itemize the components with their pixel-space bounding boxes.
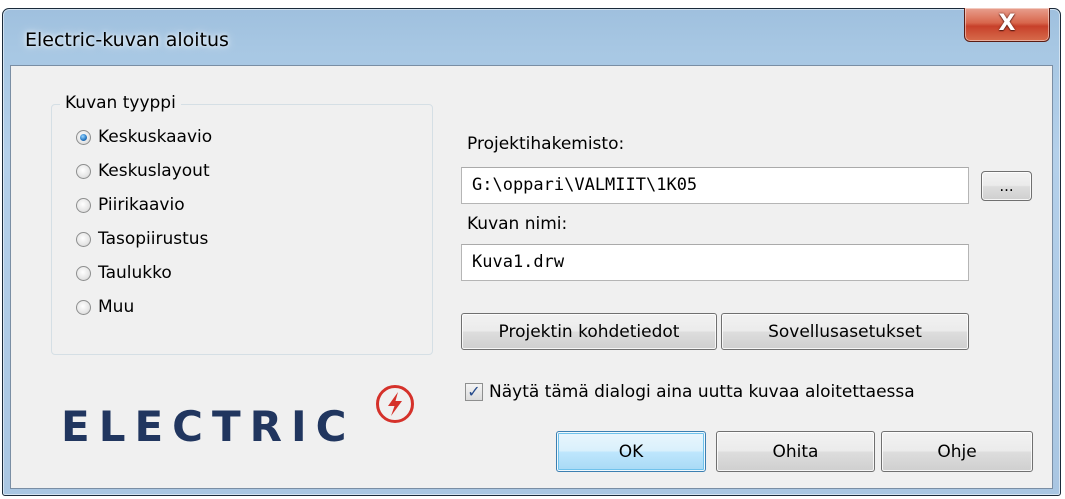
radio-button-icon[interactable]: [76, 299, 91, 315]
show-dialog-label: Näytä tämä dialogi aina uutta kuvaa aloi…: [489, 382, 915, 402]
radio-label: Tasopiirustus: [98, 229, 209, 249]
logo-text: ELECTRIC: [61, 402, 356, 451]
title-bar[interactable]: Electric-kuvan aloitus X: [3, 8, 1060, 65]
radio-keskuskaavio[interactable]: Keskuskaavio: [76, 123, 212, 151]
dialog-client-area: Kuvan tyyppi Keskuskaavio Keskuslayout P…: [10, 65, 1053, 489]
help-button[interactable]: Ohje: [881, 431, 1033, 472]
skip-button[interactable]: Ohita: [716, 431, 875, 472]
show-dialog-checkbox[interactable]: ✓: [465, 383, 483, 401]
radio-piirikaavio[interactable]: Piirikaavio: [76, 191, 185, 219]
window-title: Electric-kuvan aloitus: [25, 29, 229, 51]
close-button[interactable]: X: [964, 8, 1050, 42]
image-type-legend: Kuvan tyyppi: [60, 93, 181, 113]
lightning-bolt-icon: [376, 385, 414, 423]
image-name-label: Kuvan nimi:: [467, 214, 568, 234]
radio-button-icon[interactable]: [76, 265, 91, 281]
radio-label: Piirikaavio: [98, 195, 185, 215]
dialog-window: Electric-kuvan aloitus X Kuvan tyyppi Ke…: [2, 8, 1061, 496]
radio-button-icon[interactable]: [76, 231, 91, 247]
radio-label: Muu: [98, 297, 135, 317]
radio-taulukko[interactable]: Taulukko: [76, 259, 172, 287]
close-icon: X: [998, 11, 1016, 36]
checkmark-icon: ✓: [467, 382, 481, 401]
project-info-button[interactable]: Projektin kohdetiedot: [461, 313, 717, 350]
show-dialog-checkbox-row[interactable]: ✓ Näytä tämä dialogi aina uutta kuvaa al…: [465, 379, 915, 405]
radio-muu[interactable]: Muu: [76, 293, 134, 321]
radio-button-icon[interactable]: [76, 163, 91, 179]
radio-label: Keskuslayout: [98, 161, 210, 181]
ok-button[interactable]: OK: [556, 431, 706, 472]
project-dir-input[interactable]: G:\oppari\VALMIIT\1K05: [461, 167, 969, 204]
project-dir-label: Projektihakemisto:: [467, 134, 625, 154]
app-settings-button[interactable]: Sovellusasetukset: [721, 313, 969, 350]
image-name-input[interactable]: Kuva1.drw: [461, 244, 969, 281]
radio-label: Taulukko: [98, 263, 172, 283]
radio-button-icon[interactable]: [76, 197, 91, 213]
electric-logo: ELECTRIC: [61, 384, 431, 464]
radio-button-icon[interactable]: [76, 129, 91, 145]
radio-label: Keskuskaavio: [98, 127, 213, 147]
radio-tasopiirustus[interactable]: Tasopiirustus: [76, 225, 208, 253]
browse-button[interactable]: ...: [981, 171, 1032, 201]
image-type-group: Kuvan tyyppi Keskuskaavio Keskuslayout P…: [51, 93, 433, 355]
radio-keskuslayout[interactable]: Keskuslayout: [76, 157, 210, 185]
